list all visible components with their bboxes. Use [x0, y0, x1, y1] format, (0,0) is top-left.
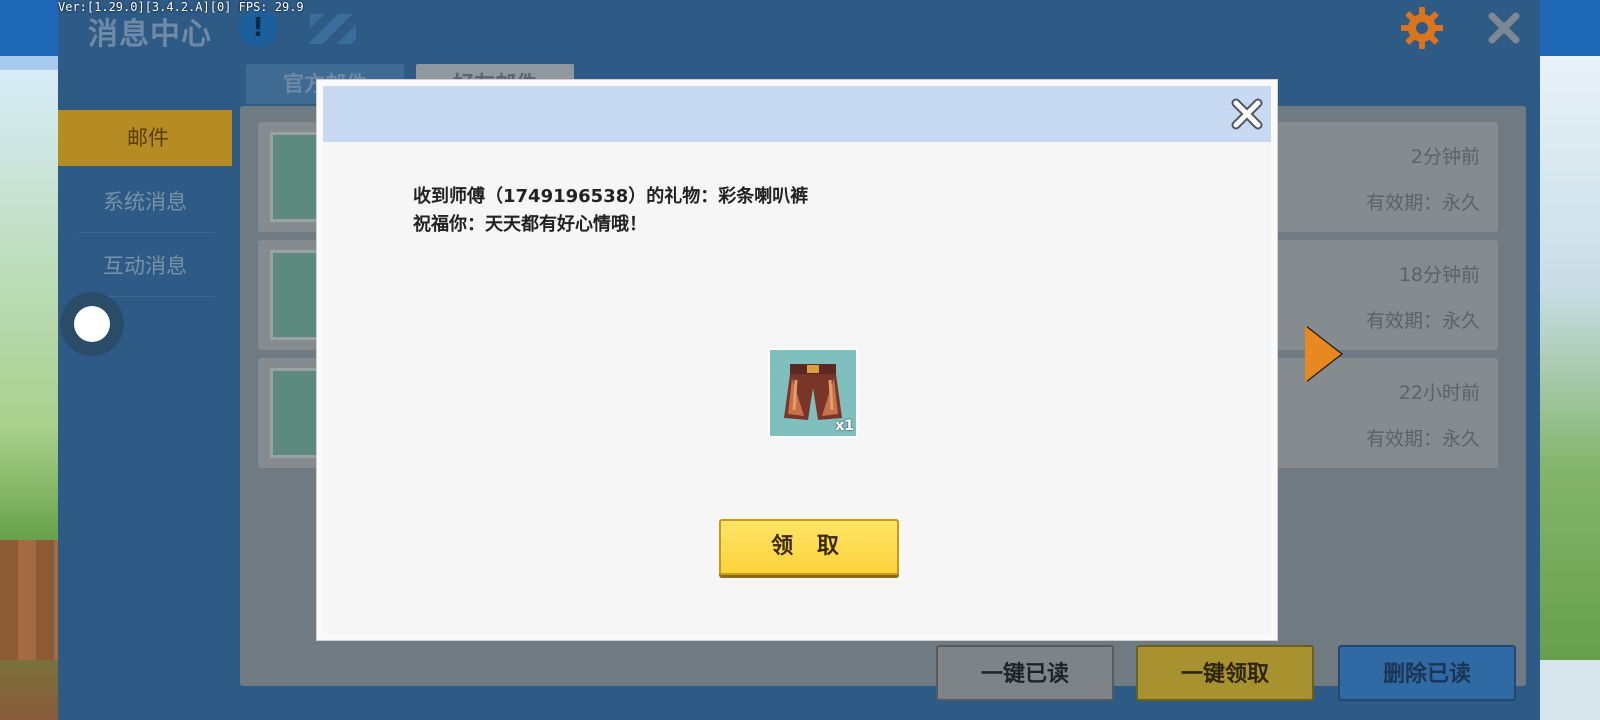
page-title: 消息中心: [88, 17, 212, 52]
delete-read-button[interactable]: 删除已读: [1338, 645, 1516, 701]
topbar-edge-right: [1540, 0, 1600, 56]
mail-time: 22小时前: [1398, 382, 1480, 404]
dialog-header: [323, 86, 1271, 142]
mail-validity: 有效期：永久: [1365, 428, 1480, 450]
mail-time: 18分钟前: [1398, 264, 1480, 286]
mail-validity: 有效期：永久: [1365, 310, 1480, 332]
scenery-left: [0, 70, 60, 720]
info-icon[interactable]: !: [239, 9, 277, 47]
sidebar-item-interaction-messages[interactable]: 互动消息: [58, 238, 232, 294]
close-icon[interactable]: [1484, 8, 1524, 48]
gear-icon[interactable]: [1400, 6, 1444, 50]
close-icon[interactable]: [1229, 96, 1265, 132]
floating-toggle-button[interactable]: [60, 292, 124, 356]
next-page-arrow-icon[interactable]: [1305, 326, 1341, 382]
sidebar-item-system-messages[interactable]: 系统消息: [58, 174, 232, 230]
mail-validity: 有效期：永久: [1365, 192, 1480, 214]
gift-item-slot[interactable]: x1: [768, 348, 858, 438]
gift-quantity: x1: [835, 418, 854, 434]
sidebar-item-mail[interactable]: 邮件: [58, 110, 238, 166]
claim-all-button[interactable]: 一键领取: [1136, 645, 1314, 701]
gift-dialog: 收到师傅（1749196538）的礼物：彩条喇叭裤 祝福你：天天都有好心情哦！ …: [317, 80, 1277, 640]
claim-button[interactable]: 领 取: [719, 519, 899, 575]
sidebar-divider: [78, 232, 214, 233]
blessing-message: 祝福你：天天都有好心情哦！: [413, 214, 647, 235]
topbar-edge-left: [0, 0, 58, 56]
decorative-stripes: [310, 14, 356, 44]
sidebar: 邮件 系统消息 互动消息: [58, 56, 238, 720]
gift-message: 收到师傅（1749196538）的礼物：彩条喇叭裤: [413, 186, 809, 207]
mail-time: 2分钟前: [1410, 146, 1480, 168]
version-fps-readout: Ver:[1.29.0][3.4.2.A][0] FPS: 29.9: [58, 0, 304, 14]
block-structure: [0, 540, 58, 660]
read-all-button[interactable]: 一键已读: [936, 645, 1114, 701]
